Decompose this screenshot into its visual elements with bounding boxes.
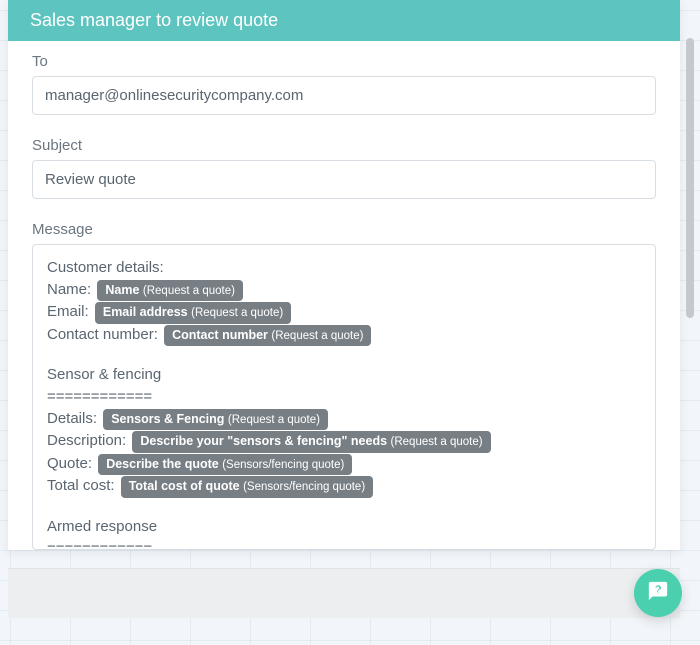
email-token[interactable]: Email address (Request a quote) (95, 302, 291, 324)
total-cost-line: Total cost: Total cost of quote (Sensors… (47, 475, 641, 498)
sensor-details-line: Details: Sensors & Fencing (Request a qu… (47, 408, 641, 431)
description-label-text: Description: (47, 432, 126, 449)
name-token[interactable]: Name (Request a quote) (97, 280, 243, 302)
message-editor[interactable]: Customer details: Name: Name (Request a … (32, 244, 656, 550)
email-line: Email: Email address (Request a quote) (47, 301, 641, 324)
to-label: To (32, 53, 656, 70)
panel-body: To Subject Message Customer details: Nam… (8, 41, 680, 550)
sensor-section-heading: Sensor & fencing (47, 364, 641, 386)
email-label-text: Email: (47, 303, 89, 320)
describe-quote-token[interactable]: Describe the quote (Sensors/fencing quot… (98, 454, 352, 476)
to-input[interactable] (32, 76, 656, 115)
customer-details-heading: Customer details: (47, 257, 641, 279)
subject-field-group: Subject (32, 137, 656, 199)
chat-help-icon (647, 580, 669, 607)
panel-title: Sales manager to review quote (8, 0, 680, 41)
quote-label-text: Quote: (47, 455, 92, 472)
describe-needs-token[interactable]: Describe your "sensors & fencing" needs … (132, 431, 490, 453)
description-line: Description: Describe your "sensors & fe… (47, 430, 641, 453)
help-fab-button[interactable] (634, 569, 682, 617)
contact-line: Contact number: Contact number (Request … (47, 324, 641, 347)
name-label-text: Name: (47, 281, 91, 298)
email-action-panel: Sales manager to review quote To Subject… (8, 0, 680, 550)
to-field-group: To (32, 53, 656, 115)
divider-1: ============ (47, 386, 641, 408)
contact-label-text: Contact number: (47, 326, 158, 343)
scrollbar-thumb[interactable] (686, 38, 694, 318)
contact-token[interactable]: Contact number (Request a quote) (164, 325, 371, 347)
message-field-group: Message Customer details: Name: Name (Re… (32, 221, 656, 550)
divider-2: ============ (47, 538, 641, 550)
armed-section-heading: Armed response (47, 516, 641, 538)
total-label-text: Total cost: (47, 477, 115, 494)
quote-line: Quote: Describe the quote (Sensors/fenci… (47, 453, 641, 476)
panel-footer (8, 568, 680, 618)
subject-input[interactable] (32, 160, 656, 199)
name-line: Name: Name (Request a quote) (47, 279, 641, 302)
details-label-text: Details: (47, 410, 97, 427)
subject-label: Subject (32, 137, 656, 154)
total-cost-token[interactable]: Total cost of quote (Sensors/fencing quo… (121, 476, 373, 498)
message-label: Message (32, 221, 656, 238)
sensors-fencing-token[interactable]: Sensors & Fencing (Request a quote) (103, 409, 328, 431)
